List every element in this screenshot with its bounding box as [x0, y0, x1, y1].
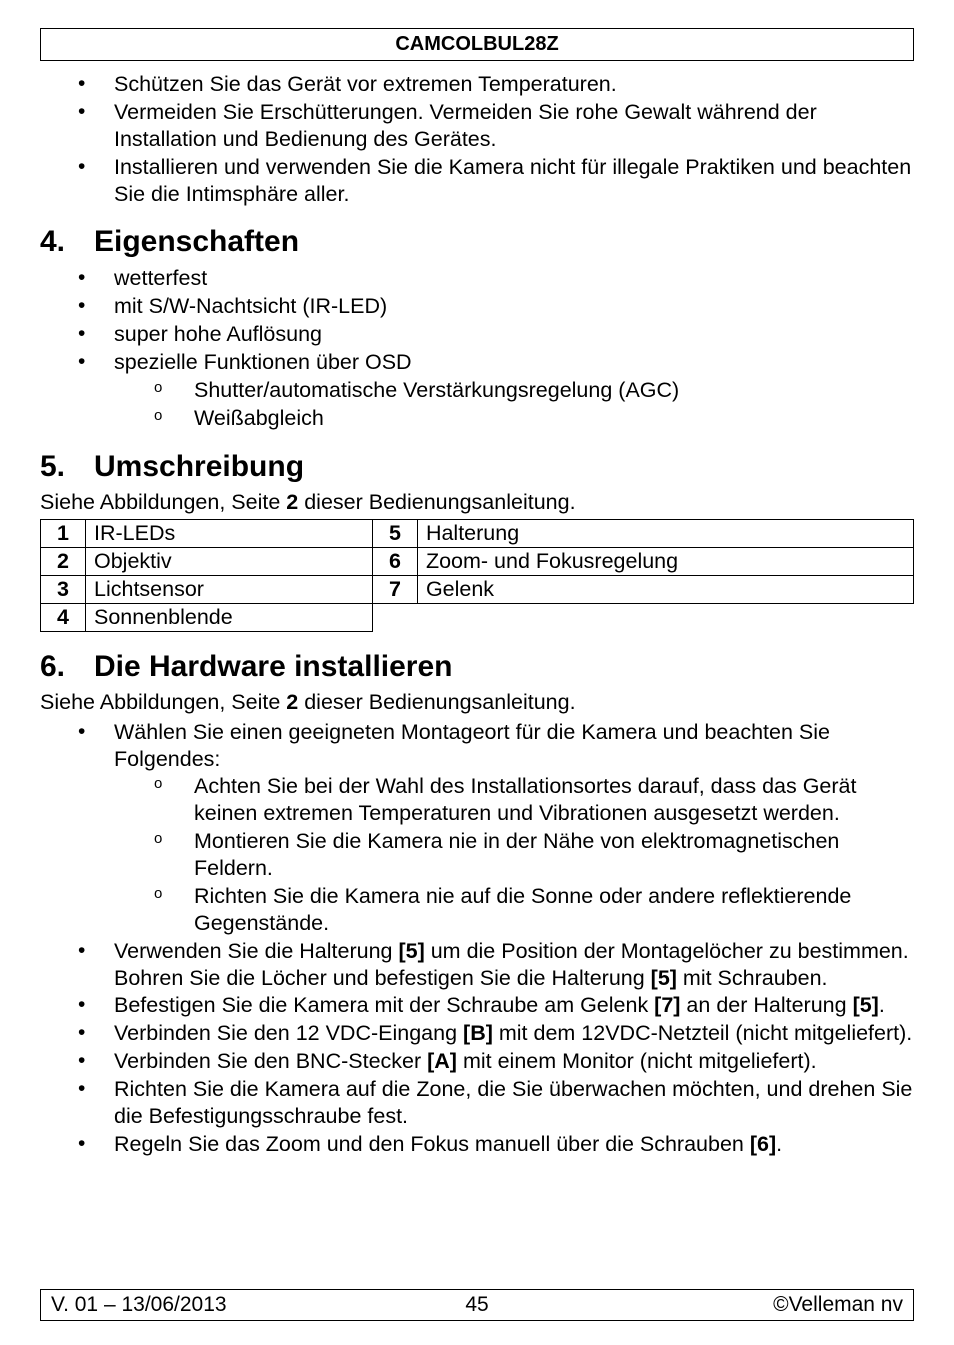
footer: V. 01 – 13/06/2013 45 ©Velleman nv [40, 1289, 914, 1321]
bullet-item: Vermeiden Sie Erschütterungen. Vermeiden… [78, 99, 914, 153]
table-row: 3 Lichtsensor 7 Gelenk [41, 575, 914, 603]
bullet-item: Verbinden Sie den BNC-Stecker [A] mit ei… [78, 1048, 914, 1075]
bullet-item: super hohe Auflösung [78, 321, 914, 348]
section-6-heading: 6.Die Hardware installieren [40, 650, 914, 684]
text: Regeln Sie das Zoom und den Fokus manuel… [114, 1132, 750, 1156]
section-number: 6. [40, 650, 94, 684]
ref: [A] [427, 1049, 457, 1073]
part-label: Zoom- und Fokusregelung [417, 547, 913, 575]
sec4-bullets: wetterfest mit S/W-Nachtsicht (IR-LED) s… [78, 265, 914, 431]
text: dieser Bedienungsanleitung. [298, 490, 575, 514]
footer-version: V. 01 – 13/06/2013 [51, 1293, 227, 1317]
section-5-heading: 5.Umschreibung [40, 450, 914, 484]
part-num: 1 [41, 519, 86, 547]
part-label: Gelenk [417, 575, 913, 603]
text: Befestigen Sie die Kamera mit der Schrau… [114, 993, 654, 1017]
text: Siehe Abbildungen, Seite [40, 690, 286, 714]
part-label: Lichtsensor [86, 575, 373, 603]
bullet-text: Wählen Sie einen geeigneten Montageort f… [114, 720, 830, 771]
text: . [879, 993, 885, 1017]
part-num: 5 [372, 519, 417, 547]
bullet-item: Richten Sie die Kamera auf die Zone, die… [78, 1076, 914, 1130]
ref: [6] [750, 1132, 776, 1156]
bullet-text: spezielle Funktionen über OSD [114, 350, 412, 374]
bullet-item: spezielle Funktionen über OSD Shutter/au… [78, 349, 914, 432]
text: an der Halterung [680, 993, 852, 1017]
intro-bullet-list: Schützen Sie das Gerät vor extremen Temp… [78, 71, 914, 207]
part-num: 2 [41, 547, 86, 575]
text: mit einem Monitor (nicht mitgeliefert). [457, 1049, 817, 1073]
bullet-item: Schützen Sie das Gerät vor extremen Temp… [78, 71, 914, 98]
section-4-heading: 4.Eigenschaften [40, 225, 914, 259]
sec4-sublist: Shutter/automatische Verstärkungsregelun… [154, 377, 914, 432]
part-label: Sonnenblende [86, 603, 373, 631]
part-label: IR-LEDs [86, 519, 373, 547]
ref: [5] [853, 993, 879, 1017]
ref: [5] [651, 966, 677, 990]
text: Verbinden Sie den 12 VDC-Eingang [114, 1021, 463, 1045]
bullet-item: Wählen Sie einen geeigneten Montageort f… [78, 719, 914, 937]
sub-item: Shutter/automatische Verstärkungsregelun… [154, 377, 914, 404]
part-num: 4 [41, 603, 86, 631]
text: dieser Bedienungsanleitung. [298, 690, 575, 714]
sec6-sublist: Achten Sie bei der Wahl des Installation… [154, 773, 914, 936]
text: . [776, 1132, 782, 1156]
table-row: 4 Sonnenblende [41, 603, 914, 631]
sub-item: Achten Sie bei der Wahl des Installation… [154, 773, 914, 827]
text: Verwenden Sie die Halterung [114, 939, 398, 963]
ref: [B] [463, 1021, 493, 1045]
empty-cell [372, 603, 417, 631]
sec6-intro: Siehe Abbildungen, Seite 2 dieser Bedien… [40, 690, 914, 715]
table-row: 1 IR-LEDs 5 Halterung [41, 519, 914, 547]
table-row: 2 Objektiv 6 Zoom- und Fokusregelung [41, 547, 914, 575]
text: Verbinden Sie den BNC-Stecker [114, 1049, 427, 1073]
page-ref: 2 [286, 490, 298, 514]
sub-item: Weißabgleich [154, 405, 914, 432]
text: mit dem 12VDC-Netzteil (nicht mitgeliefe… [493, 1021, 912, 1045]
part-label: Objektiv [86, 547, 373, 575]
ref: [7] [654, 993, 680, 1017]
sec5-intro: Siehe Abbildungen, Seite 2 dieser Bedien… [40, 490, 914, 515]
footer-copyright: ©Velleman nv [773, 1293, 903, 1317]
part-num: 7 [372, 575, 417, 603]
bullet-item: Installieren und verwenden Sie die Kamer… [78, 154, 914, 208]
bullet-item: Verbinden Sie den 12 VDC-Eingang [B] mit… [78, 1020, 914, 1047]
sec6-bullets: Wählen Sie einen geeigneten Montageort f… [78, 719, 914, 1158]
text: mit Schrauben. [677, 966, 828, 990]
parts-table: 1 IR-LEDs 5 Halterung 2 Objektiv 6 Zoom-… [40, 519, 914, 632]
page-ref: 2 [286, 690, 298, 714]
text: Siehe Abbildungen, Seite [40, 490, 286, 514]
header-title: CAMCOLBUL28Z [40, 28, 914, 61]
section-title: Die Hardware installieren [94, 650, 452, 683]
ref: [5] [398, 939, 424, 963]
part-num: 6 [372, 547, 417, 575]
part-num: 3 [41, 575, 86, 603]
bullet-item: wetterfest [78, 265, 914, 292]
bullet-item: Regeln Sie das Zoom und den Fokus manuel… [78, 1131, 914, 1158]
bullet-item: mit S/W-Nachtsicht (IR-LED) [78, 293, 914, 320]
section-title: Eigenschaften [94, 225, 299, 258]
part-label: Halterung [417, 519, 913, 547]
bullet-item: Befestigen Sie die Kamera mit der Schrau… [78, 992, 914, 1019]
section-number: 4. [40, 225, 94, 259]
bullet-item: Verwenden Sie die Halterung [5] um die P… [78, 938, 914, 992]
sub-item: Montieren Sie die Kamera nie in der Nähe… [154, 828, 914, 882]
empty-cell [417, 603, 913, 631]
section-number: 5. [40, 450, 94, 484]
sub-item: Richten Sie die Kamera nie auf die Sonne… [154, 883, 914, 937]
section-title: Umschreibung [94, 450, 304, 483]
